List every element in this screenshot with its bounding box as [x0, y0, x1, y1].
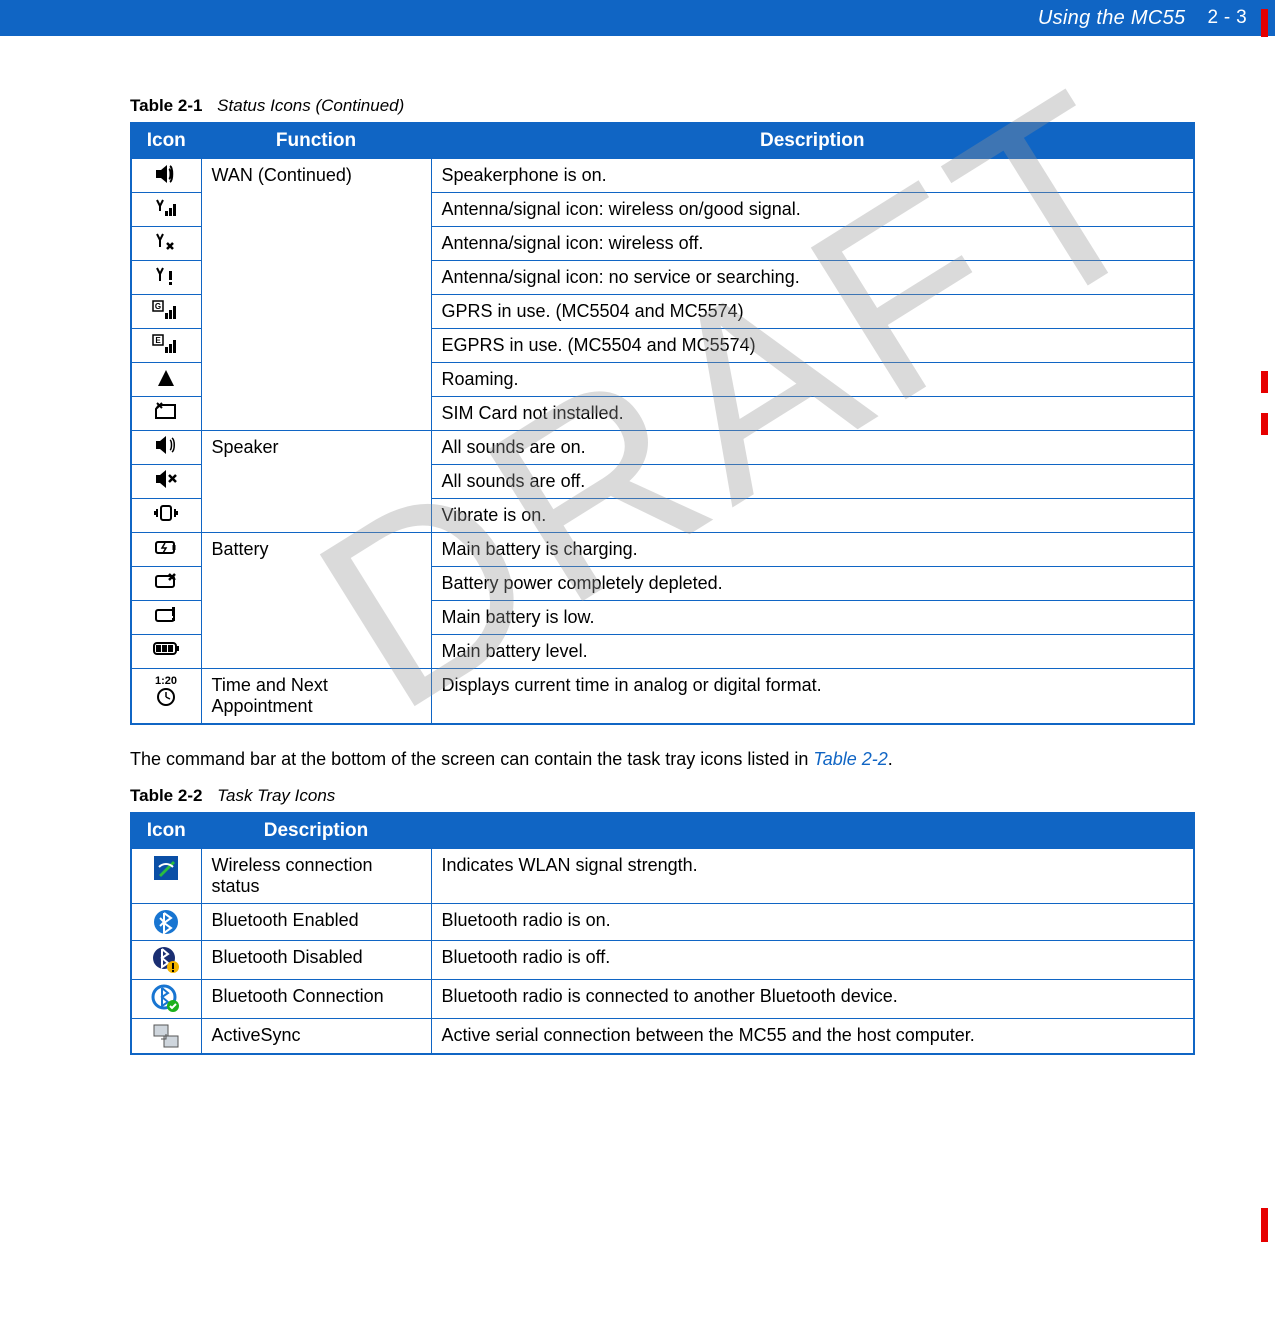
description-cell: Main battery is charging.: [431, 533, 1194, 567]
description-cell: Roaming.: [431, 363, 1194, 397]
description-cell: Vibrate is on.: [431, 499, 1194, 533]
egprs-icon: E: [131, 329, 201, 363]
gprs-icon: G: [131, 295, 201, 329]
bluetooth-disabled-icon: [131, 941, 201, 980]
table-reference-link[interactable]: Table 2-2: [813, 749, 887, 769]
description-cell: Antenna/signal icon: wireless off.: [431, 227, 1194, 261]
speaker-off-icon: [131, 465, 201, 499]
table2-number: Table 2-2: [130, 786, 202, 805]
table-row: WAN (Continued) Speakerphone is on.: [131, 159, 1194, 193]
description-cell: Wireless connection status: [201, 849, 431, 904]
bluetooth-enabled-icon: [131, 904, 201, 941]
function-cell: Battery: [201, 533, 431, 669]
description-cell: SIM Card not installed.: [431, 397, 1194, 431]
table2-header-icon: Icon: [131, 813, 201, 849]
speaker-on-icon: [131, 431, 201, 465]
page-header: Using the MC55 2 - 3: [0, 0, 1275, 36]
description-cell: GPRS in use. (MC5504 and MC5574): [431, 295, 1194, 329]
description-cell: Battery power completely depleted.: [431, 567, 1194, 601]
table-row: Bluetooth Enabled Bluetooth radio is on.: [131, 904, 1194, 941]
table-row: Wireless connection status Indicates WLA…: [131, 849, 1194, 904]
table2-header-row: Icon Description: [131, 813, 1194, 849]
table-row: Battery Main battery is charging.: [131, 533, 1194, 567]
detail-cell: Bluetooth radio is connected to another …: [431, 980, 1194, 1019]
wlan-icon: [131, 849, 201, 904]
svg-text:G: G: [155, 302, 161, 311]
description-cell: Main battery level.: [431, 635, 1194, 669]
table-row: Speaker All sounds are on.: [131, 431, 1194, 465]
battery-low-icon: [131, 601, 201, 635]
table1-caption: Table 2-1 Status Icons (Continued): [130, 96, 1195, 116]
function-cell: Speaker: [201, 431, 431, 533]
svg-text:E: E: [156, 336, 162, 345]
bluetooth-connection-icon: [131, 980, 201, 1019]
between-suffix: .: [888, 749, 893, 769]
description-cell: All sounds are off.: [431, 465, 1194, 499]
description-cell: All sounds are on.: [431, 431, 1194, 465]
revision-mark: [1261, 1208, 1268, 1242]
description-cell: Displays current time in analog or digit…: [431, 669, 1194, 725]
function-cell: WAN (Continued): [201, 159, 431, 431]
table2-title: Task Tray Icons: [217, 786, 335, 805]
detail-cell: Active serial connection between the MC5…: [431, 1019, 1194, 1055]
between-paragraph: The command bar at the bottom of the scr…: [130, 749, 1195, 770]
antenna-off-icon: [131, 227, 201, 261]
function-cell: Time and Next Appointment: [201, 669, 431, 725]
description-cell: Main battery is low.: [431, 601, 1194, 635]
description-cell: ActiveSync: [201, 1019, 431, 1055]
battery-depleted-icon: [131, 567, 201, 601]
svg-text:1:20: 1:20: [155, 675, 177, 687]
antenna-search-icon: [131, 261, 201, 295]
table-row: Bluetooth Disabled Bluetooth radio is of…: [131, 941, 1194, 980]
time-appointment-icon: 1:20: [131, 669, 201, 725]
status-icons-table: Icon Function Description WAN (Continued…: [130, 122, 1195, 725]
description-cell: Speakerphone is on.: [431, 159, 1194, 193]
detail-cell: Indicates WLAN signal strength.: [431, 849, 1194, 904]
revision-mark: [1261, 413, 1268, 435]
table1-header-description: Description: [431, 123, 1194, 159]
header-pagenum: 2 - 3: [1207, 7, 1247, 29]
table-row: Bluetooth Connection Bluetooth radio is …: [131, 980, 1194, 1019]
header-title: Using the MC55: [1038, 7, 1186, 30]
activesync-icon: [131, 1019, 201, 1055]
table-row: ActiveSync Active serial connection betw…: [131, 1019, 1194, 1055]
detail-cell: Bluetooth radio is off.: [431, 941, 1194, 980]
revision-mark: [1261, 371, 1268, 393]
table1-header-icon: Icon: [131, 123, 201, 159]
speakerphone-icon: [131, 159, 201, 193]
roaming-icon: [131, 363, 201, 397]
table2-header-description: Description: [201, 813, 431, 849]
table1-header-row: Icon Function Description: [131, 123, 1194, 159]
battery-level-icon: [131, 635, 201, 669]
description-cell: Antenna/signal icon: wireless on/good si…: [431, 193, 1194, 227]
between-prefix: The command bar at the bottom of the scr…: [130, 749, 813, 769]
table2-header-blank: [431, 813, 1194, 849]
vibrate-icon: [131, 499, 201, 533]
description-cell: Antenna/signal icon: no service or searc…: [431, 261, 1194, 295]
table1-title: Status Icons (Continued): [217, 96, 404, 115]
description-cell: Bluetooth Connection: [201, 980, 431, 1019]
battery-charging-icon: [131, 533, 201, 567]
table-row: 1:20 Time and Next Appointment Displays …: [131, 669, 1194, 725]
antenna-good-icon: [131, 193, 201, 227]
table1-number: Table 2-1: [130, 96, 202, 115]
table2-caption: Table 2-2 Task Tray Icons: [130, 786, 1195, 806]
description-cell: Bluetooth Disabled: [201, 941, 431, 980]
sim-missing-icon: [131, 397, 201, 431]
table1-header-function: Function: [201, 123, 431, 159]
revision-mark: [1261, 9, 1268, 37]
description-cell: Bluetooth Enabled: [201, 904, 431, 941]
description-cell: EGPRS in use. (MC5504 and MC5574): [431, 329, 1194, 363]
task-tray-icons-table: Icon Description Wireless connection sta…: [130, 812, 1195, 1055]
detail-cell: Bluetooth radio is on.: [431, 904, 1194, 941]
